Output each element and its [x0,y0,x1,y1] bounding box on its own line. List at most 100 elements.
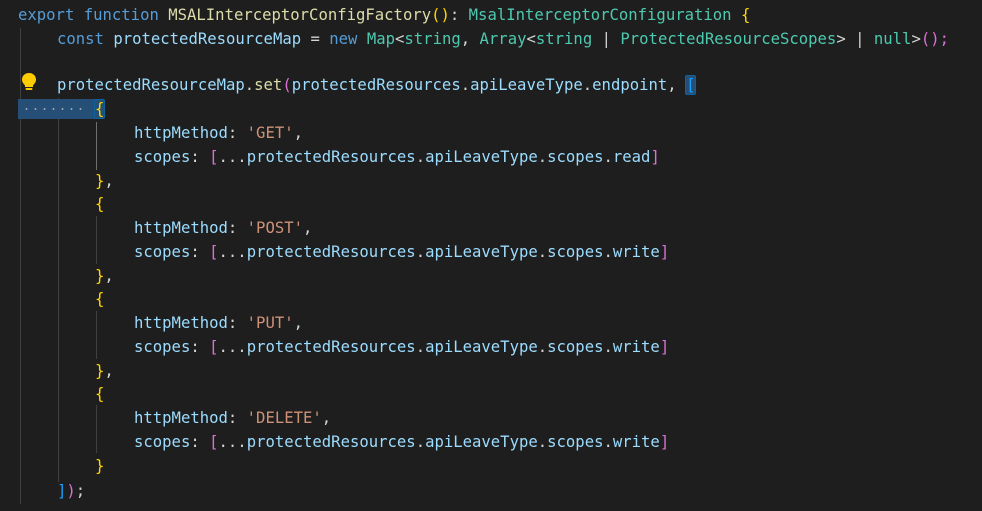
keyword-export: export [18,6,75,24]
http-method-key: httpMethod [134,124,228,142]
http-method-key: httpMethod [134,314,228,332]
scopes-ref: scopes [547,148,604,166]
brace-open: { [95,385,105,403]
constructor-call: (); [920,30,950,48]
indent-guide [96,216,97,264]
code-editor[interactable]: export function MSALInterceptorConfigFac… [0,0,982,511]
return-type: MsalInterceptorConfiguration [468,6,732,24]
colon: : [227,124,247,142]
scopes-key: scopes [134,338,191,356]
dot: . [537,243,548,261]
comma: , [303,219,313,237]
scopes-ref: scopes [547,338,604,356]
parens: () [431,6,450,24]
http-method-value: 'PUT' [246,314,294,332]
bracket-close: ] [57,482,67,500]
colon: : [190,148,210,166]
code-line-4: protectedResourceMap.set(protectedResour… [57,73,697,97]
indent-guide [96,405,97,453]
api-leave-type-ref: apiLeaveType [470,76,583,94]
brace-close: } [95,172,105,190]
entry-scopes-line: scopes: [...protectedResources.apiLeaveT… [134,430,669,454]
map-variable: protectedResourceMap [57,76,245,94]
protected-resources-ref: protectedResources [246,243,416,261]
comma: , [293,124,304,142]
http-method-value: 'DELETE' [246,409,322,427]
comma: , [460,30,480,48]
api-leave-type-ref: apiLeaveType [425,338,538,356]
array-close: ] [659,243,670,261]
access-ref: write [612,243,660,261]
entry-http-method-line: httpMethod: 'POST', [134,216,312,240]
colon: : [190,243,210,261]
entry-open: { [95,192,104,216]
protected-resources-ref: protectedResources [246,338,416,356]
scopes-key: scopes [134,148,191,166]
generic-open-2: < [526,30,536,48]
dot: . [603,243,613,261]
equals: = [301,30,330,48]
brace-close: } [95,457,105,475]
code-line-closing: ]); [57,479,85,503]
access-ref: read [612,148,651,166]
method-set: set [254,76,283,94]
brace-open: { [740,6,751,24]
bracket-open-matched: [ [685,75,697,95]
brace-open: { [95,290,105,308]
entry-http-method-line: httpMethod: 'DELETE', [134,406,331,430]
spread-operator: ... [218,148,247,166]
spread-operator: ... [218,338,247,356]
dot: . [537,338,548,356]
comma: , [321,409,332,427]
dot: . [460,76,471,94]
code-line-1: export function MSALInterceptorConfigFac… [18,3,750,27]
comma: , [293,314,304,332]
scopes-ref: scopes [547,243,604,261]
indent-guide [96,311,97,359]
type-string: string [404,30,461,48]
http-method-key: httpMethod [134,409,228,427]
code-line-2: const protectedResourceMap = new Map<str… [57,27,949,51]
whitespace-markers [22,108,86,110]
array-close: ] [659,338,670,356]
dot: . [603,148,613,166]
union-pipe-2: | [845,30,874,48]
type-map: Map [366,30,396,48]
scopes-key: scopes [134,243,191,261]
dot: . [603,433,613,451]
array-close: ] [650,148,660,166]
protected-resources-ref: protectedResources [246,433,416,451]
dot: . [537,148,548,166]
dot: . [582,76,593,94]
dot: . [244,76,255,94]
entry-scopes-line: scopes: [...protectedResources.apiLeaveT… [134,145,660,169]
dot: . [537,433,548,451]
dot: . [415,433,426,451]
entry-open: { [93,97,106,121]
entry-scopes-line: scopes: [...protectedResources.apiLeaveT… [134,335,669,359]
http-method-value: 'POST' [246,219,304,237]
dot: . [415,148,426,166]
http-method-key: httpMethod [134,219,228,237]
entry-close: }, [95,169,114,193]
semicolon: ; [75,482,86,500]
paren-close: ) [66,482,76,500]
brace-open-matched: { [93,99,106,119]
spread-operator: ... [218,433,247,451]
indent-guide-active [96,122,97,170]
generic-close-2: > [911,30,921,48]
array-open: [ [209,338,219,356]
type-string-2: string [535,30,593,48]
brace-close: } [95,267,105,285]
api-leave-type-ref: apiLeaveType [425,243,538,261]
trailing-comma: , [104,267,114,285]
keyword-function: function [83,6,159,24]
api-leave-type-ref: apiLeaveType [425,148,538,166]
scopes-key: scopes [134,433,191,451]
entry-scopes-line: scopes: [...protectedResources.apiLeaveT… [134,240,669,264]
colon: : [190,338,210,356]
spread-operator: ... [218,243,247,261]
entry-close: } [95,454,104,478]
lightbulb-icon[interactable] [20,72,38,92]
dot: . [415,338,426,356]
